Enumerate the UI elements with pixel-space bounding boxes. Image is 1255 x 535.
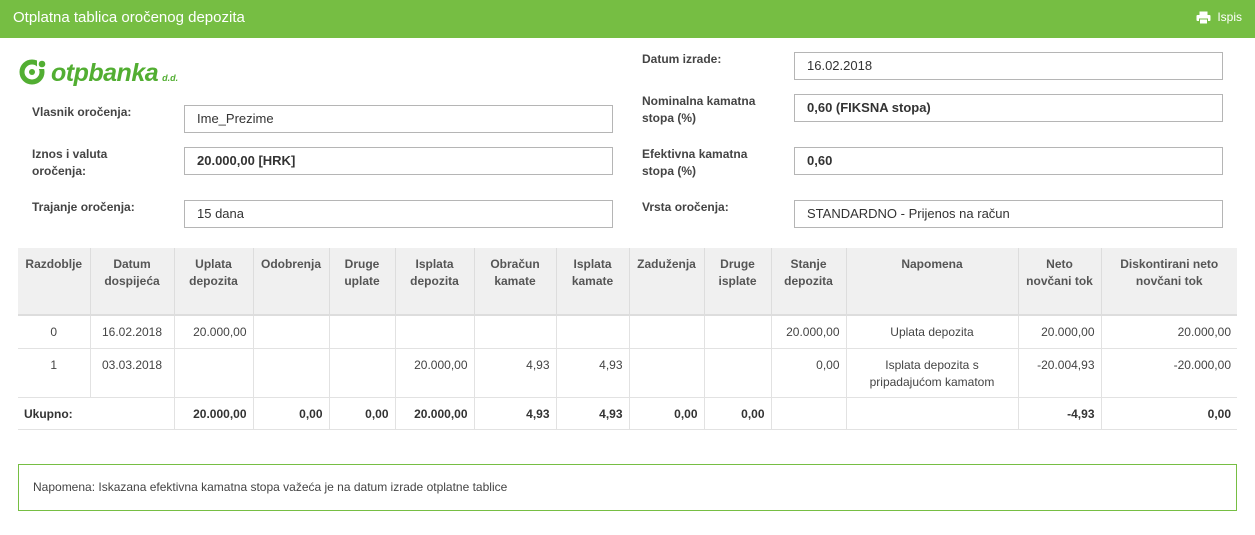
column-header: Datum dospijeća [90, 248, 175, 316]
table-cell: -20.004,93 [1018, 348, 1102, 398]
deposit-type-field: STANDARDNO - Prijenos na račun [794, 200, 1223, 228]
table-cell: 20.000,00 [174, 315, 254, 349]
column-header: Diskontirani neto novčani tok [1101, 248, 1237, 316]
table-cell: Isplata depozita s pripadajućom kamatom [846, 348, 1019, 398]
repayment-table: Razdoblje Datum dospijeća Uplata depozit… [18, 248, 1237, 430]
table-cell: 20.000,00 [1101, 315, 1237, 349]
amount-field: 20.000,00 [HRK] [184, 147, 613, 175]
note-box: Napomena: Iskazana efektivna kamatna sto… [18, 464, 1237, 511]
deposit-type-label: Vrsta oročenja: [642, 200, 729, 214]
effective-rate-label: Efektivna kamatna stopa (%) [642, 147, 748, 178]
column-header: Odobrenja [253, 248, 330, 316]
nominal-rate-label: Nominalna kamatna stopa (%) [642, 94, 756, 125]
table-cell [329, 348, 396, 398]
bank-logo: otpbanka d.d. [18, 57, 178, 86]
table-cell: 20.000,00 [1018, 315, 1102, 349]
table-cell [629, 315, 705, 349]
column-header: Stanje depozita [771, 248, 847, 316]
table-cell [556, 315, 630, 349]
total-cell: 0,00 [704, 397, 772, 430]
total-cell: 20.000,00 [395, 397, 475, 430]
print-label: Ispis [1217, 10, 1242, 24]
column-header: Neto novčani tok [1018, 248, 1102, 316]
total-cell: 0,00 [329, 397, 396, 430]
total-label: Ukupno: [18, 397, 175, 430]
table-cell: 03.03.2018 [90, 348, 175, 398]
column-header: Zaduženja [629, 248, 705, 316]
table-header-row: Razdoblje Datum dospijeća Uplata depozit… [18, 248, 1237, 316]
table-cell: 16.02.2018 [90, 315, 175, 349]
table-cell: 4,93 [556, 348, 630, 398]
column-header: Druge isplate [704, 248, 772, 316]
column-header: Isplata depozita [395, 248, 475, 316]
table-cell [629, 348, 705, 398]
table-cell: Uplata depozita [846, 315, 1019, 349]
otp-logo-icon [19, 59, 48, 85]
total-cell [846, 397, 1019, 430]
table-cell: 4,93 [474, 348, 557, 398]
total-cell: 4,93 [556, 397, 630, 430]
duration-field: 15 dana [184, 200, 613, 228]
table-cell [395, 315, 475, 349]
table-cell [704, 348, 772, 398]
table-cell: 0,00 [771, 348, 847, 398]
owner-field: Ime_Prezime [184, 105, 613, 133]
logo-text: otpbanka [51, 59, 159, 87]
amount-label: Iznos i valuta oročenja: [32, 147, 108, 178]
column-header: Druge uplate [329, 248, 396, 316]
table-cell: 1 [18, 348, 91, 398]
logo-suffix: d.d. [162, 73, 179, 83]
table-cell: 20.000,00 [771, 315, 847, 349]
table-cell [704, 315, 772, 349]
table-cell [253, 348, 330, 398]
total-cell: 0,00 [1101, 397, 1237, 430]
column-header: Isplata kamate [556, 248, 630, 316]
total-cell: 4,93 [474, 397, 557, 430]
table-total-row: Ukupno: 20.000,00 0,00 0,00 20.000,00 4,… [18, 397, 1237, 430]
header-bar: Otplatna tablica oročenog depozita Ispis [0, 0, 1255, 38]
column-header: Napomena [846, 248, 1019, 316]
table-cell [329, 315, 396, 349]
table-cell: 0 [18, 315, 91, 349]
column-header: Uplata depozita [174, 248, 254, 316]
effective-rate-field: 0,60 [794, 147, 1223, 175]
table-cell: 20.000,00 [395, 348, 475, 398]
nominal-rate-field: 0,60 (FIKSNA stopa) [794, 94, 1223, 122]
table-row: 0 16.02.2018 20.000,00 20.000,00 Uplata … [18, 315, 1237, 349]
column-header: Obračun kamate [474, 248, 557, 316]
date-label: Datum izrade: [642, 52, 722, 66]
duration-label: Trajanje oročenja: [32, 200, 135, 214]
total-cell [771, 397, 847, 430]
total-cell: 0,00 [629, 397, 705, 430]
total-cell: 20.000,00 [174, 397, 254, 430]
date-field: 16.02.2018 [794, 52, 1223, 80]
table-row: 1 03.03.2018 20.000,00 4,93 4,93 0,00 Is… [18, 348, 1237, 398]
column-header: Razdoblje [18, 248, 91, 316]
table-cell: -20.000,00 [1101, 348, 1237, 398]
printer-icon [1196, 11, 1211, 24]
table-cell [474, 315, 557, 349]
table-cell [253, 315, 330, 349]
print-button[interactable]: Ispis [1196, 10, 1242, 24]
owner-label: Vlasnik oročenja: [32, 105, 132, 119]
page-title: Otplatna tablica oročenog depozita [13, 9, 245, 26]
total-cell: -4,93 [1018, 397, 1102, 430]
table-cell [174, 348, 254, 398]
total-cell: 0,00 [253, 397, 330, 430]
